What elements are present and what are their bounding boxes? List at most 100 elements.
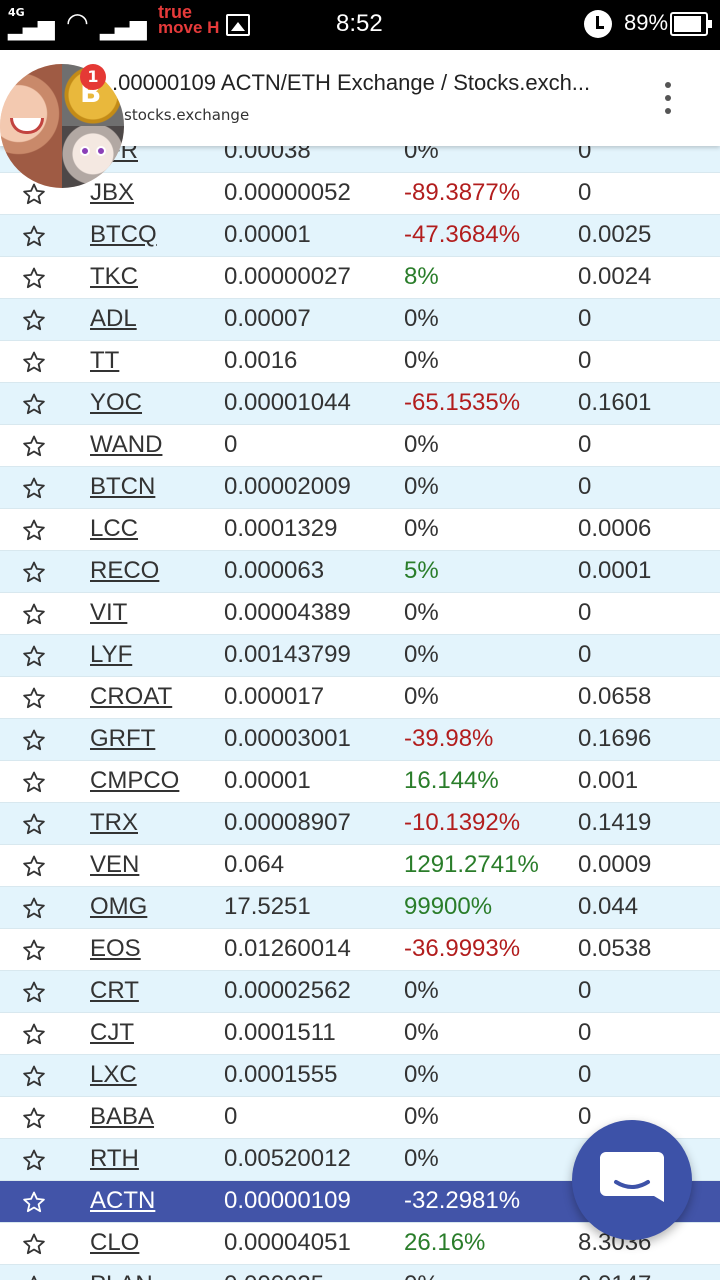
table-row[interactable]: YOC 0.00001044 -65.1535% 0.1601 bbox=[0, 382, 720, 425]
volume-cell: 0.1419 bbox=[578, 802, 720, 845]
change-cell: 1291.2741% bbox=[404, 844, 578, 887]
symbol-link[interactable]: CRT bbox=[90, 977, 139, 1004]
symbol-link[interactable]: TRX bbox=[90, 809, 138, 836]
star-icon[interactable] bbox=[22, 518, 46, 542]
chat-heads-bubble[interactable]: B bbox=[0, 64, 124, 188]
star-icon[interactable] bbox=[22, 224, 46, 248]
star-icon[interactable] bbox=[22, 350, 46, 374]
table-row[interactable]: EOS 0.01260014 -36.9993% 0.0538 bbox=[0, 928, 720, 971]
change-cell: -32.2981% bbox=[404, 1180, 578, 1223]
symbol-link[interactable]: YOC bbox=[90, 389, 142, 416]
volume-cell: 0.001 bbox=[578, 760, 720, 803]
change-cell: 8% bbox=[404, 256, 578, 299]
star-icon[interactable] bbox=[22, 686, 46, 710]
symbol-link[interactable]: LYF bbox=[90, 641, 132, 668]
symbol-cell: CMPCO bbox=[90, 760, 224, 803]
symbol-link[interactable]: LXC bbox=[90, 1061, 137, 1088]
symbol-link[interactable]: CROAT bbox=[90, 683, 172, 710]
table-row[interactable]: BTCN 0.00002009 0% 0 bbox=[0, 466, 720, 509]
symbol-link[interactable]: ACTN bbox=[90, 1187, 155, 1214]
symbol-link[interactable]: VEN bbox=[90, 851, 139, 878]
star-icon[interactable] bbox=[22, 812, 46, 836]
price-cell: 0.00004389 bbox=[224, 592, 404, 635]
symbol-link[interactable]: CJT bbox=[90, 1019, 134, 1046]
star-icon[interactable] bbox=[22, 1022, 46, 1046]
star-icon[interactable] bbox=[22, 392, 46, 416]
table-row[interactable]: LXC 0.0001555 0% 0 bbox=[0, 1054, 720, 1097]
favorite-cell bbox=[0, 424, 90, 467]
favorite-cell bbox=[0, 718, 90, 761]
star-icon[interactable] bbox=[22, 896, 46, 920]
table-row[interactable]: LCC 0.0001329 0% 0.0006 bbox=[0, 508, 720, 551]
change-cell: 0% bbox=[404, 634, 578, 677]
star-icon[interactable] bbox=[22, 1148, 46, 1172]
table-row[interactable]: PLAN 0.0000250%0.0147 bbox=[0, 1264, 720, 1280]
star-icon[interactable] bbox=[22, 854, 46, 878]
page-title[interactable]: .00000109 ACTN/ETH Exchange / Stocks.exc… bbox=[112, 70, 632, 96]
table-row[interactable]: TKC 0.00000027 8% 0.0024 bbox=[0, 256, 720, 299]
table-row[interactable]: CJT 0.0001511 0% 0 bbox=[0, 1012, 720, 1055]
symbol-link[interactable]: WAND bbox=[90, 431, 162, 458]
symbol-link[interactable]: BTCQ bbox=[90, 221, 157, 248]
symbol-link[interactable]: CMPCO bbox=[90, 767, 179, 794]
star-icon[interactable] bbox=[22, 434, 46, 458]
table-row[interactable]: OMG 17.5251 99900% 0.044 bbox=[0, 886, 720, 929]
table-row[interactable]: CMPCO 0.00001 16.144% 0.001 bbox=[0, 760, 720, 803]
star-icon[interactable] bbox=[22, 1232, 46, 1256]
symbol-link[interactable]: TKC bbox=[90, 263, 138, 290]
table-row[interactable]: GRFT 0.00003001 -39.98% 0.1696 bbox=[0, 718, 720, 761]
star-icon[interactable] bbox=[22, 980, 46, 1004]
symbol-link[interactable]: VIT bbox=[90, 599, 127, 626]
favorite-cell bbox=[0, 676, 90, 719]
star-icon[interactable] bbox=[22, 1274, 46, 1280]
favorite-cell bbox=[0, 466, 90, 509]
star-icon[interactable] bbox=[22, 770, 46, 794]
star-icon[interactable] bbox=[22, 938, 46, 962]
symbol-link[interactable]: ADL bbox=[90, 305, 137, 332]
more-vert-icon[interactable] bbox=[650, 72, 686, 124]
symbol-link[interactable]: OMG bbox=[90, 893, 147, 920]
symbol-link[interactable]: RECO bbox=[90, 557, 159, 584]
table-row[interactable]: RECO 0.000063 5% 0.0001 bbox=[0, 550, 720, 593]
favorite-cell bbox=[0, 1096, 90, 1139]
price-cell: 0.0001329 bbox=[224, 508, 404, 551]
star-icon[interactable] bbox=[22, 308, 46, 332]
table-row[interactable]: ADL 0.00007 0% 0 bbox=[0, 298, 720, 341]
chat-launcher-button[interactable] bbox=[572, 1120, 692, 1240]
table-row[interactable]: CROAT 0.000017 0% 0.0658 bbox=[0, 676, 720, 719]
table-row[interactable]: BTCQ 0.00001 -47.3684% 0.0025 bbox=[0, 214, 720, 257]
symbol-link[interactable]: GRFT bbox=[90, 725, 155, 752]
symbol-link[interactable]: LCC bbox=[90, 515, 138, 542]
symbol-link[interactable]: BABA bbox=[90, 1103, 154, 1130]
star-icon[interactable] bbox=[22, 644, 46, 668]
table-row[interactable]: VIT 0.00004389 0% 0 bbox=[0, 592, 720, 635]
star-icon[interactable] bbox=[22, 602, 46, 626]
symbol-link[interactable]: EOS bbox=[90, 935, 141, 962]
symbol-link[interactable]: BTCN bbox=[90, 473, 155, 500]
star-icon[interactable] bbox=[22, 1190, 46, 1214]
price-cell: 0.00000109 bbox=[224, 1180, 404, 1223]
star-icon[interactable] bbox=[22, 266, 46, 290]
star-icon[interactable] bbox=[22, 1064, 46, 1088]
notification-badge: 1 bbox=[80, 64, 106, 90]
page-url[interactable]: stocks.exchange bbox=[124, 106, 249, 124]
image-notification-icon bbox=[226, 14, 250, 36]
star-icon[interactable] bbox=[22, 1106, 46, 1130]
table-row[interactable]: WAND 0 0% 0 bbox=[0, 424, 720, 467]
table-row[interactable]: TT 0.0016 0% 0 bbox=[0, 340, 720, 383]
star-icon[interactable] bbox=[22, 560, 46, 584]
table-row[interactable]: TRX 0.00008907 -10.1392% 0.1419 bbox=[0, 802, 720, 845]
table-row[interactable]: VEN 0.064 1291.2741% 0.0009 bbox=[0, 844, 720, 887]
symbol-link[interactable]: RTH bbox=[90, 1145, 139, 1172]
star-icon[interactable] bbox=[22, 728, 46, 752]
change-cell: 99900% bbox=[404, 886, 578, 929]
table-row[interactable]: LYF 0.00143799 0% 0 bbox=[0, 634, 720, 677]
table-row[interactable]: CRT 0.00002562 0% 0 bbox=[0, 970, 720, 1013]
symbol-link[interactable]: CLO bbox=[90, 1229, 139, 1256]
star-icon[interactable] bbox=[22, 476, 46, 500]
favorite-cell bbox=[0, 1222, 90, 1265]
symbol-link[interactable]: TT bbox=[90, 347, 119, 374]
favorite-cell bbox=[0, 214, 90, 257]
symbol-link[interactable]: PLAN bbox=[90, 1271, 153, 1280]
price-cell: 0.000025 bbox=[224, 1264, 404, 1280]
